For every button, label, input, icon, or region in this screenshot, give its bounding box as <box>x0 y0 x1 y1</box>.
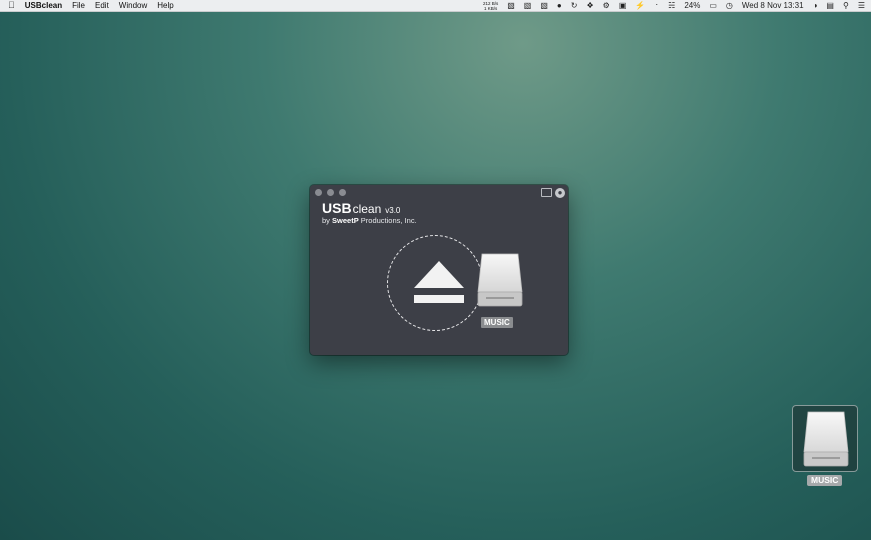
bluetooth-icon[interactable]: ᛫ <box>654 0 659 11</box>
notification-center-icon[interactable]: ☰ <box>858 0 865 11</box>
screen-share-icon[interactable]: ▣ <box>619 0 627 11</box>
external-drive-icon[interactable] <box>476 252 524 308</box>
battery-icon[interactable]: ▭ <box>709 0 717 11</box>
desktop-drive-icon[interactable] <box>792 405 858 472</box>
zoom-button[interactable] <box>339 189 346 196</box>
drive-label: MUSIC <box>481 317 513 328</box>
by-suffix: Productions, Inc. <box>358 216 417 225</box>
external-drive-icon-desktop <box>803 411 849 467</box>
app-menu[interactable]: USBclean <box>25 0 62 11</box>
network-speed[interactable]: 212 B/s 1 KB/s <box>483 1 498 11</box>
wifi-icon[interactable]: ☵ <box>668 0 675 11</box>
clock[interactable]: Wed 8 Nov 13:31 <box>742 0 804 11</box>
battery-percent[interactable]: 24% <box>684 0 700 11</box>
airplay-icon[interactable]: ▤ <box>826 0 834 11</box>
by-prefix: by <box>322 216 333 225</box>
publisher-line: by SweetP Productions, Inc. <box>322 216 417 225</box>
menu-bar-left:  USBclean File Edit Window Help <box>8 0 174 11</box>
logo-clean: clean <box>352 202 382 216</box>
eject-icon-bar <box>414 295 464 303</box>
network-down-speed: 1 KB/s <box>483 5 498 11</box>
settings-icon[interactable]: ● <box>555 188 565 198</box>
disk-graph-icon[interactable]: ▧ <box>540 0 548 11</box>
time-machine-icon[interactable]: ◷ <box>726 0 733 11</box>
usbclean-window: ● USBclean v3.0 by SweetP Productions, In… <box>310 185 568 355</box>
spotlight-search-icon[interactable]: ⚲ <box>843 0 849 11</box>
menu-file[interactable]: File <box>72 0 85 11</box>
close-button[interactable] <box>315 189 322 196</box>
dropbox-icon[interactable]: ❖ <box>586 0 593 11</box>
memory-graph-icon[interactable]: ▧ <box>524 0 532 11</box>
cpu-graph-icon[interactable]: ▧ <box>507 0 515 11</box>
sync-icon[interactable]: ↻ <box>571 0 578 11</box>
app-version: v3.0 <box>385 206 401 215</box>
by-company: SweetP <box>332 216 359 225</box>
menu-window[interactable]: Window <box>119 0 147 11</box>
menu-edit[interactable]: Edit <box>95 0 109 11</box>
eject-icon <box>414 261 464 288</box>
apple-menu-icon[interactable]:  <box>8 0 15 11</box>
night-shift-icon[interactable]: ◑ <box>813 0 818 11</box>
network-up-speed: 212 B/s <box>482 0 499 6</box>
lightning-icon[interactable]: ⚡ <box>635 0 645 11</box>
user-icon[interactable]: ● <box>557 0 562 11</box>
menu-bar-status: 212 B/s 1 KB/s ▧ ▧ ▧ ● ↻ ❖ ⚙ ▣ ⚡ ᛫ ☵ 24%… <box>483 0 865 11</box>
window-mode-icon[interactable] <box>541 188 552 197</box>
logo-usb: USB <box>322 200 352 216</box>
menu-bar:  USBclean File Edit Window Help 212 B/s… <box>0 0 871 12</box>
minimize-button[interactable] <box>327 189 334 196</box>
gear-icon[interactable]: ⚙ <box>603 0 610 11</box>
menu-help[interactable]: Help <box>157 0 173 11</box>
desktop-drive-label[interactable]: MUSIC <box>807 475 843 486</box>
